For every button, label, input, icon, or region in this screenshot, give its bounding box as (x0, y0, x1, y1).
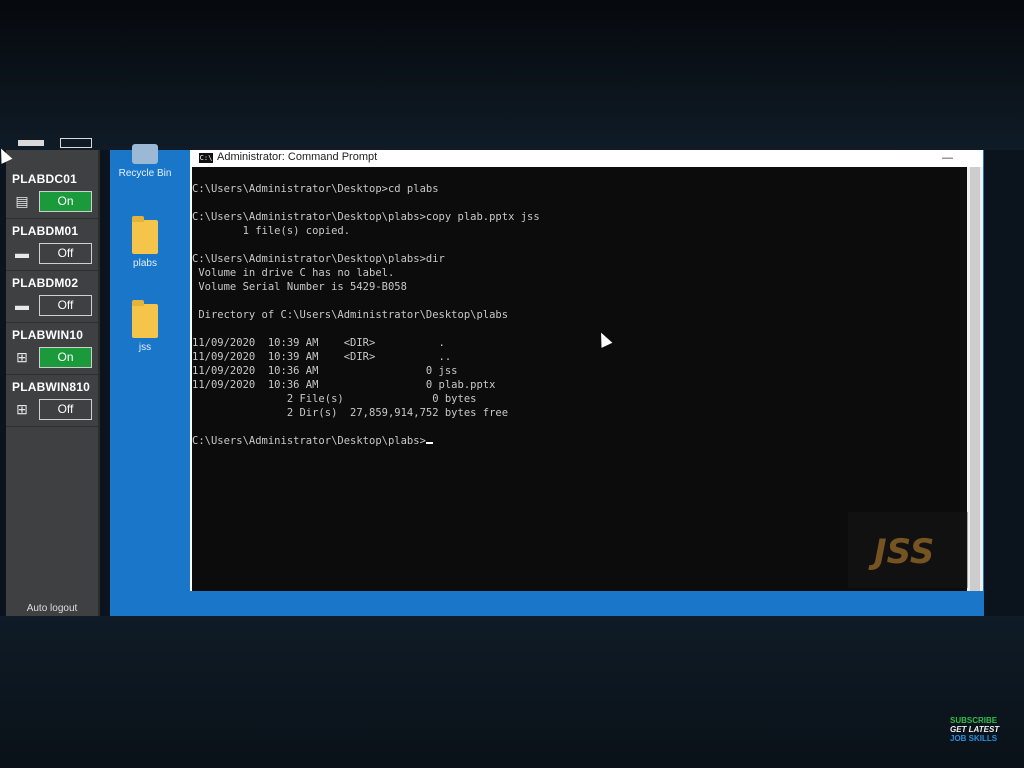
console-line: 1 file(s) copied. (192, 225, 351, 237)
watermark-logo: JSS (874, 532, 935, 572)
promo-line: GET LATEST (950, 725, 1000, 734)
scrollbar-thumb[interactable] (970, 167, 980, 591)
console-line: Directory of C:\Users\Administrator\Desk… (192, 309, 509, 321)
console-line: 2 Dir(s) 27,859,914,752 bytes free (192, 407, 509, 419)
recycle-bin-icon (132, 144, 158, 164)
console-line: 11/09/2020 10:39 AM <DIR> .. (192, 351, 452, 363)
window-titlebar[interactable]: C:\ Administrator: Command Prompt — (190, 150, 983, 167)
power-toggle-button[interactable]: Off (39, 295, 92, 316)
machine-item: PLABDM02 ▬ Off (6, 272, 98, 323)
window-title: Administrator: Command Prompt (217, 151, 378, 163)
power-toggle-button[interactable]: Off (39, 399, 92, 420)
recycle-bin-label: Recycle Bin (118, 168, 172, 179)
window-bottom-edge (190, 591, 983, 616)
prompt-line: C:\Users\Administrator\Desktop\plabs> (192, 434, 433, 448)
top-letterbox (0, 0, 1024, 150)
folder-icon (132, 300, 158, 338)
machine-name: PLABWIN10 (12, 328, 84, 342)
prompt-text: C:\Users\Administrator\Desktop\plabs> (192, 435, 426, 447)
windows-pc-icon: ⊞ (16, 401, 28, 417)
jss-folder-shortcut[interactable]: jss (110, 300, 180, 353)
panel-toolbar-icon[interactable] (18, 140, 44, 146)
channel-watermark: JSS (848, 512, 968, 588)
machine-name: PLABDC01 (12, 172, 77, 186)
promo-line: JOB SKILLS (950, 734, 998, 743)
console-line: 11/09/2020 10:39 AM <DIR> . (192, 337, 445, 349)
drive-icon: ▬ (15, 297, 29, 313)
machine-item: PLABWIN810 ⊞ Off (6, 376, 98, 427)
console-line: 11/09/2020 10:36 AM 0 plab.pptx (192, 379, 496, 391)
promo-line: SUBSCRIBE (950, 716, 998, 725)
folder-label: plabs (133, 258, 157, 269)
machine-item: PLABDM01 ▬ Off (6, 220, 98, 271)
machine-item: PLABWIN10 ⊞ On (6, 324, 98, 375)
server-book-icon: ▤ (15, 193, 29, 209)
machine-panel: PLABDC01 ▤ On PLABDM01 ▬ Off PLABDM02 ▬ … (6, 138, 100, 616)
console-line: Volume in drive C has no label. (192, 267, 395, 279)
console-line: 2 File(s) 0 bytes (192, 393, 477, 405)
console-line: Volume Serial Number is 5429-B058 (192, 281, 407, 293)
console-line: C:\Users\Administrator\Desktop\plabs>cop… (192, 211, 540, 223)
machine-item: PLABDC01 ▤ On (6, 168, 98, 219)
console-line: C:\Users\Administrator\Desktop\plabs>dir (192, 253, 445, 265)
minimize-icon[interactable]: — (942, 152, 953, 164)
console-line: C:\Users\Administrator\Desktop>cd plabs (192, 183, 439, 195)
machine-name: PLABDM01 (12, 224, 79, 238)
text-cursor (425, 442, 433, 444)
drive-icon: ▬ (15, 245, 29, 261)
plabs-folder-shortcut[interactable]: plabs (110, 216, 180, 269)
machine-name: PLABDM02 (12, 276, 79, 290)
power-toggle-button[interactable]: Off (39, 243, 92, 264)
machine-name: PLABWIN810 (12, 380, 91, 394)
recycle-bin-shortcut[interactable]: Recycle Bin (110, 144, 180, 179)
keyboard-icon[interactable] (60, 138, 92, 148)
console-line: 11/09/2020 10:36 AM 0 jss (192, 365, 458, 377)
vertical-scrollbar[interactable] (967, 167, 983, 591)
power-toggle-button[interactable]: On (39, 347, 92, 368)
promo-badge: SUBSCRIBE GET LATEST JOB SKILLS (950, 716, 999, 743)
bottom-letterbox (0, 616, 1024, 768)
windows-pc-icon: ⊞ (16, 349, 28, 365)
power-toggle-button[interactable]: On (39, 191, 92, 212)
folder-icon (132, 216, 158, 254)
auto-logout-label[interactable]: Auto logout (6, 603, 98, 614)
folder-label: jss (138, 342, 152, 353)
cmd-app-icon: C:\ (199, 153, 213, 163)
panel-toolbar (6, 138, 98, 160)
